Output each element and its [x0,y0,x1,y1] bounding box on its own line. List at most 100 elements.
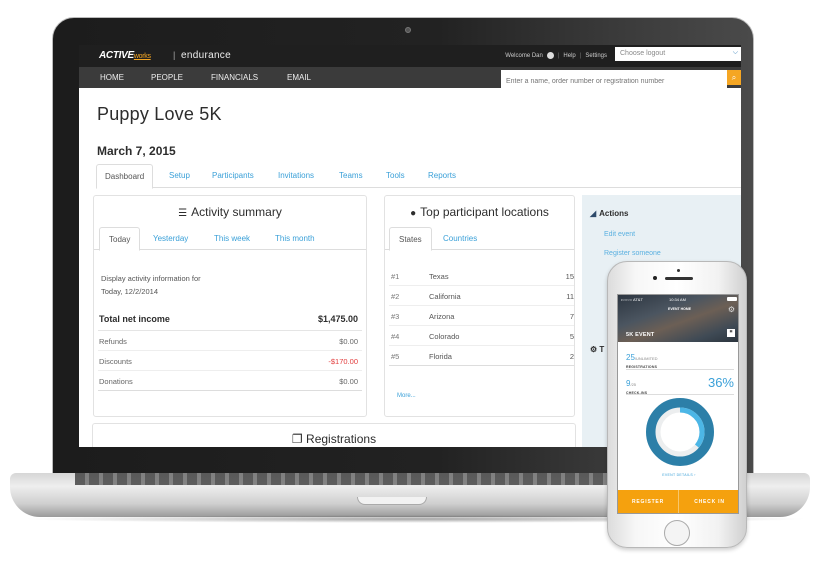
location-count: 7 [569,312,574,321]
location-count: 5 [569,332,574,341]
edit-event-link[interactable]: Edit event [604,231,635,238]
registrations-limit: /UNLIMITED [634,356,658,361]
divider: | [557,52,560,59]
globe-icon: ● [410,208,417,219]
tab-invitations[interactable]: Invitations [278,171,314,180]
tab-teams[interactable]: Teams [339,171,363,180]
search-box: ⌕ [501,70,741,89]
activity-summary-title: ☰ Activity summary [94,205,366,219]
location-rank: #5 [391,352,400,361]
settings-link[interactable]: Settings [585,53,607,59]
total-net-income-row: Total net income $1,475.00 [98,309,362,331]
gear-icon[interactable]: ⚙ [728,305,735,314]
tools-title: ⚙ T [590,345,604,354]
location-state: Texas [429,272,449,281]
subtab-this-week[interactable]: This week [214,234,250,243]
tab-tools[interactable]: Tools [386,171,405,180]
refunds-row: Refunds $0.00 [98,331,362,351]
checkins-percent: 36% [707,375,734,390]
activity-subtabs: Today Yesterday This week This month [94,227,366,251]
activity-summary-panel: ☰ Activity summary Today Yesterday This w… [93,195,367,417]
subtab-countries[interactable]: Countries [443,234,477,243]
location-row: #1 Texas 15 [389,266,574,286]
phone-event-name: 5K EVENT [626,332,655,338]
tab-reports[interactable]: Reports [428,171,456,180]
activity-date-line: Today, 12/2/2014 [101,287,158,296]
subtab-this-month[interactable]: This month [275,234,315,243]
phone-header-title: EVENT HOME [668,307,692,311]
nav-email[interactable]: EMAIL [287,73,311,82]
refunds-value: $0.00 [339,337,358,346]
welcome-text: Welcome Dan [505,52,543,59]
top-locations-label: Top participant locations [420,205,549,219]
location-rank: #3 [391,312,400,321]
registrations-label: Registrations [306,432,377,446]
tab-setup[interactable]: Setup [169,171,190,180]
phone-speaker [665,277,693,280]
location-count: 11 [566,292,574,301]
phone-sensor [677,269,680,272]
top-bar: ACTIVEworks | endurance Welcome Dan | He… [79,45,741,67]
location-count: 2 [569,352,574,361]
location-count: 15 [565,272,574,281]
nav-financials[interactable]: FINANCIALS [211,73,258,82]
user-menu: Welcome Dan | Help | Settings Choose log… [505,47,741,61]
location-row: #2 California 11 [389,286,574,306]
brand-name: ACTIVE [99,50,134,61]
activity-description: Display activity information for Today, … [101,272,201,298]
check-in-button[interactable]: CHECK IN [679,490,738,513]
activity-description-line: Display activity information for [101,274,201,283]
location-row: #3 Arizona 7 [389,306,574,326]
nav-home[interactable]: HOME [100,73,124,82]
main-nav: HOME PEOPLE FINANCIALS EMAIL ⌕ [79,67,741,89]
location-state: Colorado [429,332,460,341]
list-icon: ☰ [178,208,188,219]
donations-row: Donations $0.00 [98,371,362,391]
home-button[interactable] [664,520,690,546]
copy-icon: ❐ [291,432,303,446]
chart-icon: ◢ [590,209,597,218]
discounts-value: -$170.00 [328,357,358,366]
subtab-yesterday[interactable]: Yesterday [153,234,188,243]
register-button[interactable]: REGISTER [618,490,679,513]
search-input[interactable] [501,74,727,89]
subtab-today[interactable]: Today [99,227,141,251]
event-details-link[interactable]: EVENT DETAILS › [618,473,738,477]
help-link[interactable]: Help [563,53,575,59]
discounts-label: Discounts [99,357,132,366]
registrations-panel: ❐ Registrations [92,423,576,447]
actions-label: Actions [599,209,629,218]
tab-dashboard[interactable]: Dashboard [96,164,154,189]
checkins-total: /25 [630,382,637,387]
tools-label: T [599,345,605,354]
location-state: Florida [429,352,452,361]
registrations-stat: 25/UNLIMITED REGISTRATIONS [626,347,734,370]
tab-participants[interactable]: Participants [212,171,254,180]
location-rank: #2 [391,292,400,301]
chevron-down-icon: ⌵ [732,49,738,56]
checkins-donut [646,398,714,466]
donations-value: $0.00 [339,377,358,386]
nav-people[interactable]: PEOPLE [151,73,183,82]
globe-icon[interactable] [546,52,554,59]
location-row: #4 Colorado 5 [389,326,574,346]
more-locations-link[interactable]: More... [397,393,416,399]
search-button[interactable]: ⌕ [727,70,741,85]
subtab-states[interactable]: States [389,227,432,251]
register-someone-link[interactable]: Register someone [604,250,661,257]
location-row: #5 Florida 2 [389,346,574,366]
top-locations-panel: ● Top participant locations States Countr… [384,195,575,417]
location-rank: #4 [391,332,400,341]
qr-code-icon[interactable]: ▦ [727,329,735,337]
gear-icon: ⚙ [590,345,598,354]
event-date: March 7, 2015 [97,144,176,158]
actions-title: ◢ Actions [590,209,629,218]
location-state: California [429,292,461,301]
refunds-label: Refunds [99,337,127,346]
trackpad-notch [357,497,427,505]
discounts-row: Discounts -$170.00 [98,351,362,371]
brand-logo[interactable]: ACTIVEworks [99,50,151,61]
location-rank: #1 [391,272,400,281]
brand-suffix: works [133,53,151,60]
logout-select[interactable]: Choose logout ⌵ [615,47,741,61]
